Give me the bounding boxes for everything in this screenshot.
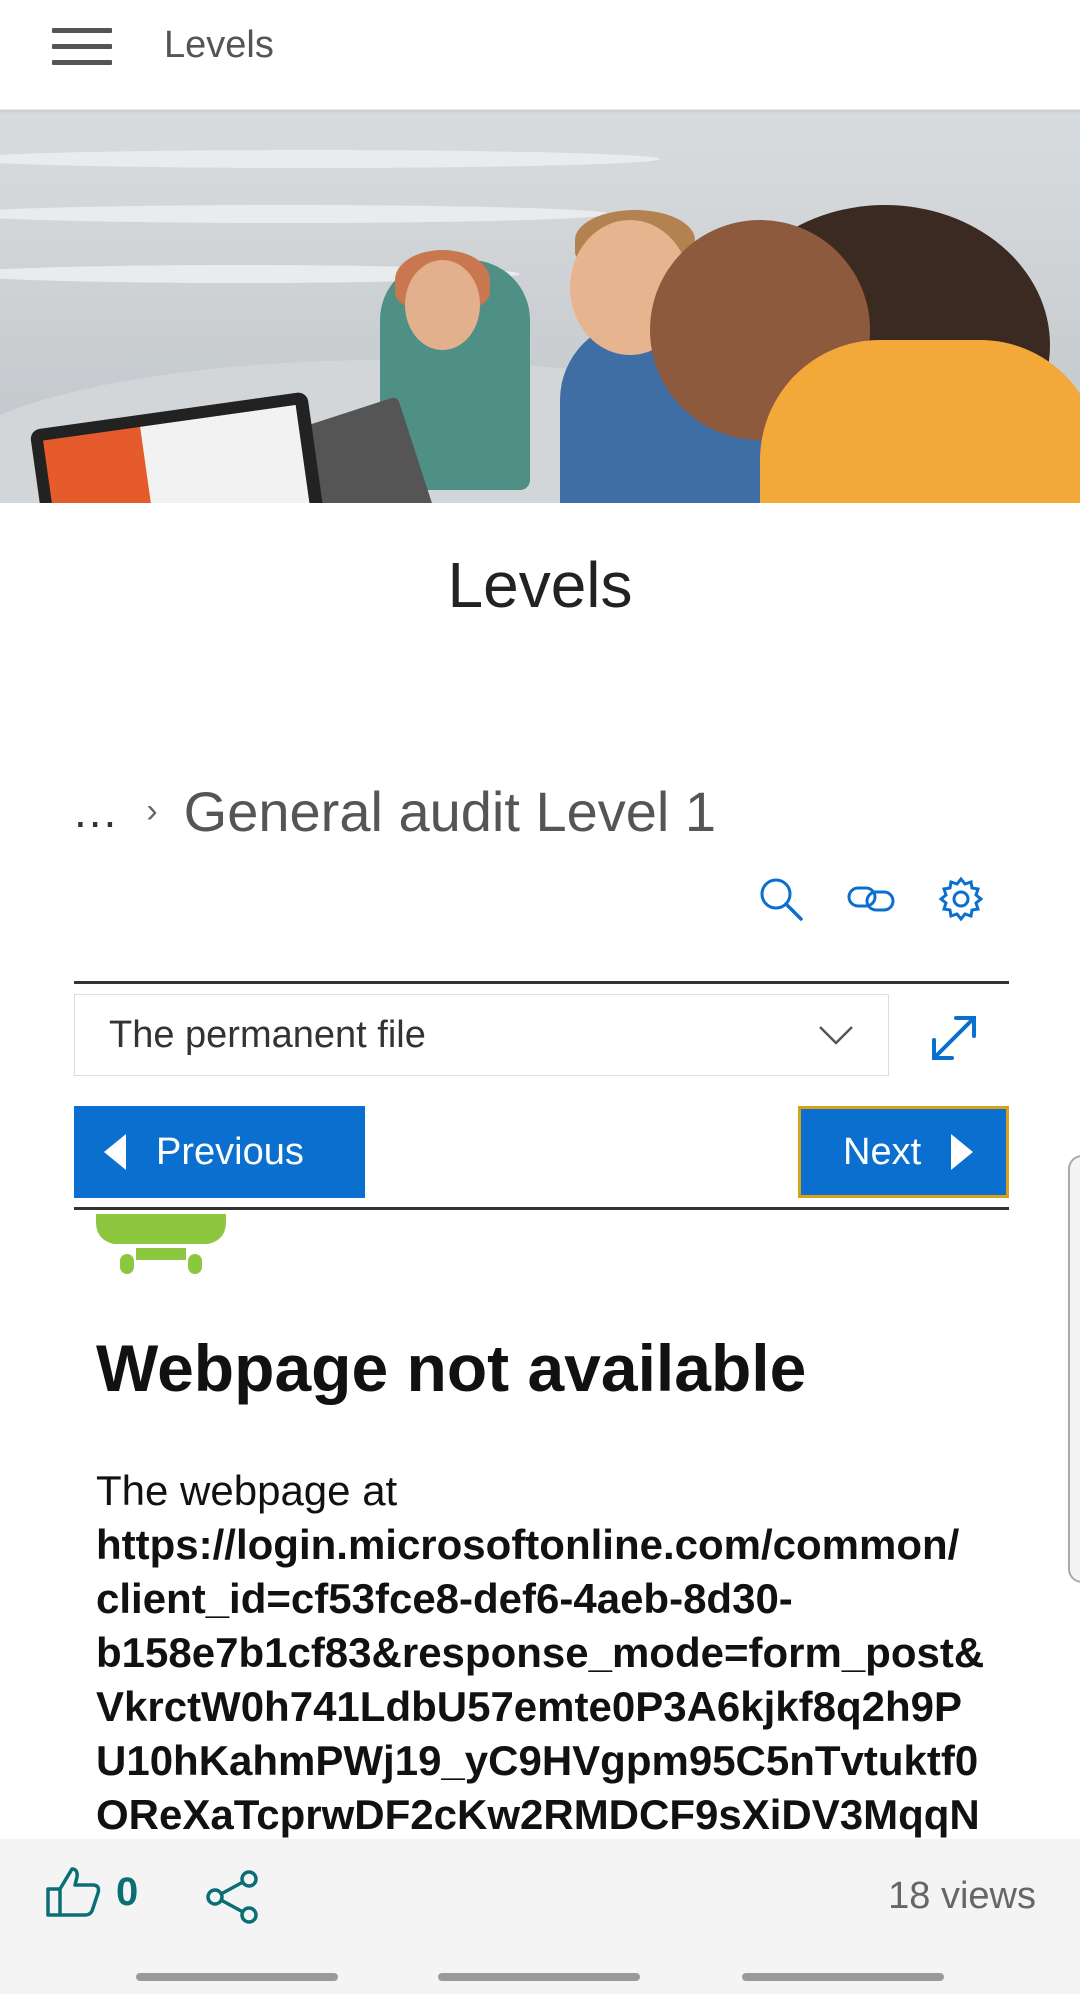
error-url-line: https://login.microsoftonline.com/common… [96,1521,960,1568]
app-bar-title: Levels [164,24,274,66]
embedded-webview[interactable]: Webpage not available The webpage at htt… [74,1214,1009,1839]
chevron-right-icon: › [146,791,158,830]
bottom-bar: 0 18 views [0,1839,1080,1994]
divider-top [74,981,1009,984]
system-nav-back[interactable] [742,1973,944,1981]
system-nav-home[interactable] [438,1973,640,1981]
chevron-down-icon [819,1026,853,1045]
error-body: The webpage at https://login.microsofton… [96,1464,1009,1839]
next-button-label: Next [843,1130,922,1173]
search-icon[interactable] [754,872,808,926]
like-button[interactable]: 0 [44,1865,138,1919]
error-url-line: b158e7b1cf83&response_mode=form_post& [96,1629,985,1676]
previous-button[interactable]: Previous [74,1106,365,1198]
hamburger-menu-icon[interactable] [52,28,112,68]
next-button[interactable]: Next [798,1106,1009,1198]
view-count: 18 views [888,1875,1036,1917]
triangle-right-icon [951,1134,974,1170]
expand-fullscreen-icon[interactable] [926,1010,982,1066]
error-url-line: client_id=cf53fce8-def6-4aeb-8d30- [96,1575,793,1622]
previous-button-label: Previous [156,1130,304,1173]
divider-bottom [74,1207,1009,1210]
breadcrumb-ellipsis[interactable]: ... [74,784,118,838]
android-robot-icon [96,1214,226,1314]
link-icon[interactable] [844,872,898,926]
page-select-dropdown[interactable]: The permanent file [74,994,889,1076]
error-intro: The webpage at [96,1467,398,1514]
hero-banner-image [0,110,1080,503]
toolbar [754,872,988,926]
breadcrumb-current: General audit Level 1 [183,779,717,843]
page-title: Levels [447,549,633,621]
error-url-line: OReXaTcprwDF2cKw2RMDCF9sXiDV3MqqN [96,1791,980,1838]
error-url-line: VkrctW0h741LdbU57emte0P3A6kjkf8q2h9P [96,1683,963,1730]
thumbs-up-icon [46,1867,101,1917]
gear-icon[interactable] [934,872,988,926]
edge-panel-handle[interactable] [1068,1155,1080,1583]
breadcrumb: ... › General audit Level 1 [74,776,716,846]
like-count: 0 [116,1869,139,1914]
app-bar: Levels [0,0,1080,110]
triangle-left-icon [104,1134,126,1170]
error-url-line: U10hKahmPWj19_yC9HVgpm95C5nTvtuktf0 [96,1737,979,1784]
error-title: Webpage not available [96,1331,807,1405]
system-nav-recents[interactable] [136,1973,338,1981]
page-select-value: The permanent file [109,1013,426,1056]
share-icon[interactable] [205,1869,261,1930]
